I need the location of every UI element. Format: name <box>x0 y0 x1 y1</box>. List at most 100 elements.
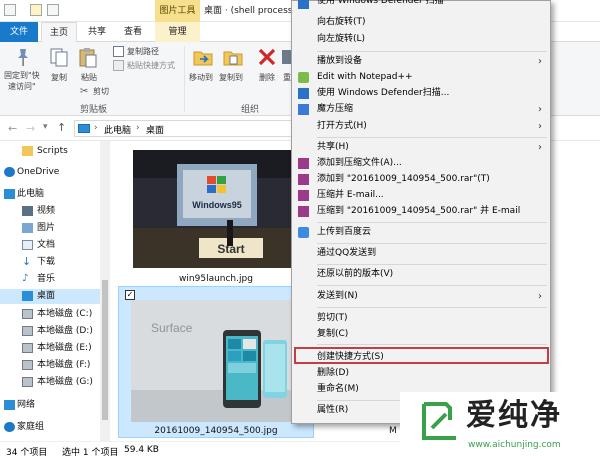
notepad-icon <box>298 72 309 83</box>
quick-access-properties-icon[interactable] <box>47 4 59 16</box>
menu-item-add-rar[interactable]: 添加到 "20161009_140954_500.rar"(T) <box>292 171 550 188</box>
paste-label: 粘贴 <box>81 73 97 82</box>
item-checkbox[interactable]: ✓ <box>125 290 135 300</box>
recent-chevron-icon[interactable]: ▾ <box>43 122 48 132</box>
breadcrumb-desktop[interactable]: 桌面 <box>146 123 164 136</box>
drive-icon <box>22 343 33 353</box>
menu-item-delete[interactable]: 删除(D) <box>292 365 550 382</box>
menu-label: 剪切(T) <box>317 313 348 323</box>
nav-label: 本地磁盘 (D:) <box>37 326 93 336</box>
forward-arrow-icon[interactable]: → <box>26 122 35 135</box>
nav-item-disk-d[interactable]: 本地磁盘 (D:) <box>0 324 100 339</box>
nav-item-disk-f[interactable]: 本地磁盘 (F:) <box>0 358 100 373</box>
menu-label: 创建快捷方式(S) <box>317 352 384 362</box>
computer-icon <box>4 189 15 199</box>
menu-item-qq[interactable]: 通过QQ发送到 <box>292 245 550 262</box>
scissors-icon: ✂ <box>80 86 89 97</box>
menu-item-copy[interactable]: 复制(C) <box>292 326 550 343</box>
submenu-arrow-icon: › <box>538 104 542 115</box>
download-arrow-icon: ↓ <box>22 255 32 268</box>
up-arrow-icon[interactable]: ↑ <box>57 121 66 134</box>
nav-item-disk-g[interactable]: 本地磁盘 (G:) <box>0 375 100 390</box>
move-to-label: 移动到 <box>189 73 213 82</box>
defender-icon <box>298 88 309 99</box>
back-arrow-icon[interactable]: ← <box>8 122 17 135</box>
menu-item-rotate-left[interactable]: 向左旋转(L) <box>292 31 550 48</box>
nav-item-documents[interactable]: 文档 <box>0 238 100 253</box>
menu-item-rotate-right[interactable]: 向右旋转(T) <box>292 14 550 31</box>
menu-item-defender[interactable]: 使用 Windows Defender扫描... <box>292 85 550 102</box>
submenu-arrow-icon: › <box>538 142 542 153</box>
address-field[interactable]: › 此电脑 › 桌面 <box>74 120 300 137</box>
tab-manage[interactable]: 管理 <box>155 22 200 42</box>
menu-item-notepad[interactable]: Edit with Notepad++ <box>292 69 550 86</box>
menu-item-open-with[interactable]: 打开方式(H) › <box>292 118 550 135</box>
nav-item-downloads[interactable]: ↓ 下载 <box>0 255 100 270</box>
move-to-icon <box>193 51 213 66</box>
surface-brand-text: Surface <box>151 321 193 335</box>
nav-label: OneDrive <box>17 167 60 177</box>
tab-home[interactable]: 主页 <box>41 22 77 42</box>
nav-item-disk-c[interactable]: 本地磁盘 (C:) <box>0 307 100 322</box>
breadcrumb-this-pc[interactable]: 此电脑 <box>104 123 131 136</box>
menu-item-send-to[interactable]: 发送到(N) › <box>292 288 550 305</box>
nav-item-desktop[interactable]: 桌面 <box>0 289 100 304</box>
nav-scrollbar-thumb[interactable] <box>102 280 108 420</box>
menu-item-share[interactable]: 共享(H) › <box>292 139 550 156</box>
file-name-win95launch[interactable]: win95launch.jpg <box>133 274 299 284</box>
selected-count: 选中 1 个项目 <box>62 448 119 458</box>
tab-share[interactable]: 共享 <box>80 22 114 42</box>
group-divider <box>184 46 185 112</box>
nav-item-disk-e[interactable]: 本地磁盘 (E:) <box>0 341 100 356</box>
tab-file[interactable]: 文件 <box>0 22 38 42</box>
nav-item-scripts[interactable]: Scripts <box>0 144 100 159</box>
menu-item-restore[interactable]: 还原以前的版本(V) <box>292 266 550 283</box>
picture-icon <box>22 223 33 233</box>
nav-label: 桌面 <box>37 291 56 301</box>
menu-label: 添加到 "20161009_140954_500.rar"(T) <box>317 174 490 184</box>
drive-icon <box>22 309 33 319</box>
menu-item-baidu[interactable]: 上传到百度云 <box>292 224 550 241</box>
app-icon <box>4 4 16 16</box>
nav-label: 音乐 <box>37 274 56 284</box>
cloud-icon <box>4 167 15 177</box>
drive-icon <box>22 377 33 387</box>
nav-item-music[interactable]: ♪ 音乐 <box>0 272 100 287</box>
menu-item-add-archive[interactable]: 添加到压缩文件(A)... <box>292 155 550 172</box>
nav-item-videos[interactable]: 视频 <box>0 204 100 219</box>
menu-item-cut[interactable]: 剪切(T) <box>292 310 550 327</box>
nav-label: Scripts <box>37 146 68 156</box>
tab-view[interactable]: 查看 <box>116 22 150 42</box>
menu-separator <box>317 307 547 308</box>
nav-label: 图片 <box>37 223 56 233</box>
rubik-icon <box>298 104 309 115</box>
breadcrumb-sep: › <box>94 123 98 133</box>
nav-label: 此电脑 <box>17 189 45 199</box>
nav-item-pictures[interactable]: 图片 <box>0 221 100 236</box>
partial-file-label: M <box>389 426 397 436</box>
nav-item-onedrive[interactable]: OneDrive <box>0 165 100 180</box>
folder-icon[interactable] <box>30 4 42 16</box>
menu-separator <box>317 264 547 265</box>
thumbnail-surface[interactable]: Surface <box>131 300 297 422</box>
copy-icon <box>50 48 68 67</box>
menu-item-create-shortcut[interactable]: 创建快捷方式(S) <box>294 347 549 364</box>
menu-item-compress-rar-email[interactable]: 压缩到 "20161009_140954_500.rar" 并 E-mail <box>292 203 550 220</box>
drive-icon <box>22 326 33 336</box>
thumbnail-win95launch[interactable]: Windows95 Start <box>133 150 299 268</box>
nav-item-homegroup[interactable]: 家庭组 <box>0 420 100 435</box>
network-icon <box>4 400 15 410</box>
menu-item-defender-top[interactable]: 使用 Windows Defender 扫描 <box>292 0 550 10</box>
menu-item-compress-email[interactable]: 压缩并 E-mail... <box>292 187 550 204</box>
menu-item-rubik[interactable]: 魔方压缩 › <box>292 101 550 118</box>
paste-icon <box>79 48 97 68</box>
music-note-icon: ♪ <box>22 273 29 284</box>
file-name-surface[interactable]: 20161009_140954_500.jpg <box>118 426 314 436</box>
homegroup-icon <box>4 422 15 432</box>
menu-item-cast[interactable]: 播放到设备 › <box>292 53 550 70</box>
nav-item-this-pc[interactable]: 此电脑 <box>0 187 100 202</box>
pin-label: 固定到"快 速访问" <box>4 71 40 91</box>
menu-label: 播放到设备 <box>317 56 363 66</box>
nav-item-network[interactable]: 网络 <box>0 398 100 413</box>
menu-label: 向左旋转(L) <box>317 34 366 44</box>
